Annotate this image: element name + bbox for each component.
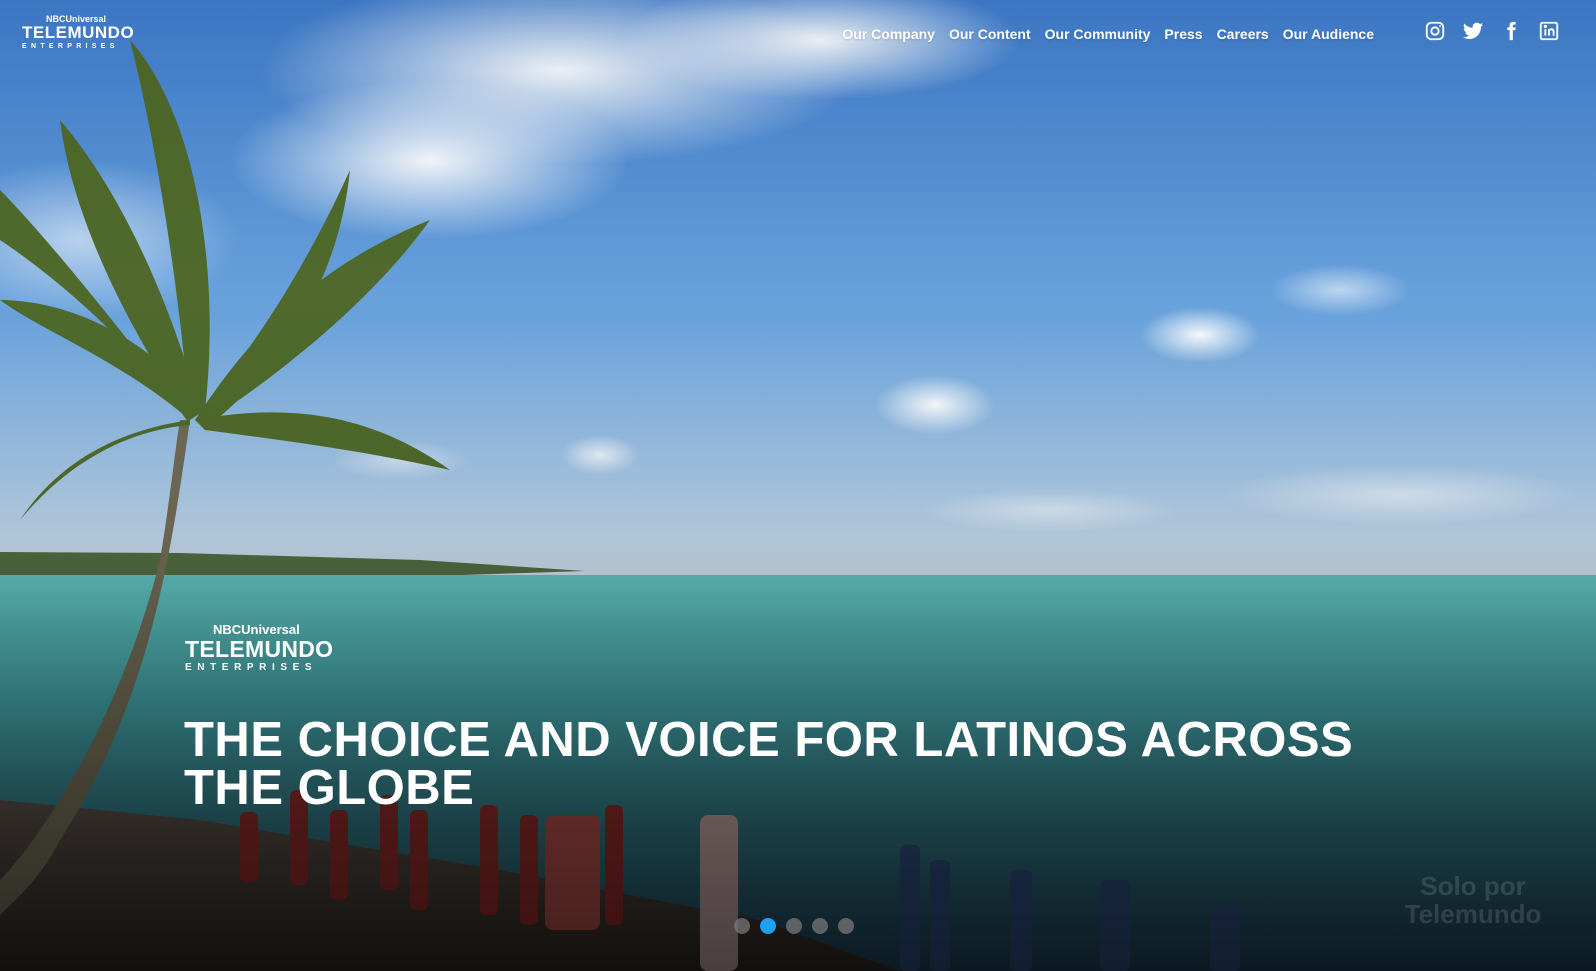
- hero-shade-overlay: [0, 0, 1596, 971]
- slide-dot-1[interactable]: [734, 918, 750, 934]
- instagram-icon[interactable]: [1424, 20, 1446, 42]
- slider-pagination: [734, 918, 854, 934]
- logo-telemundo-text: TELEMUNDO: [22, 23, 135, 42]
- hero-logo-nbcuniversal-text: NBCUniversal: [213, 622, 300, 637]
- nav-our-company[interactable]: Our Company: [842, 24, 935, 44]
- nav-press[interactable]: Press: [1164, 24, 1202, 44]
- hero-logo-telemundo-text: TELEMUNDO: [185, 636, 334, 662]
- hero-section: NBCUniversal TELEMUNDO ENTERPRISES Our C…: [0, 0, 1596, 971]
- linkedin-icon[interactable]: [1538, 20, 1560, 42]
- main-nav: Our Company Our Content Our Community Pr…: [842, 24, 1374, 44]
- slide-dot-3[interactable]: [786, 918, 802, 934]
- slide-dot-5[interactable]: [838, 918, 854, 934]
- nav-our-audience[interactable]: Our Audience: [1283, 24, 1374, 44]
- nav-our-content[interactable]: Our Content: [949, 24, 1031, 44]
- video-watermark: Solo por Telemundo: [1404, 871, 1542, 929]
- header-logo[interactable]: NBCUniversal TELEMUNDO ENTERPRISES: [22, 14, 135, 51]
- hero-headline: THE CHOICE AND VOICE FOR LATINOS ACROSS …: [184, 713, 1354, 815]
- facebook-icon[interactable]: [1500, 20, 1522, 42]
- logo-enterprises-text: ENTERPRISES: [22, 43, 119, 50]
- hero-logo-enterprises-text: ENTERPRISES: [185, 662, 318, 673]
- nav-our-community[interactable]: Our Community: [1045, 24, 1151, 44]
- twitter-icon[interactable]: [1462, 20, 1484, 42]
- slide-dot-4[interactable]: [812, 918, 828, 934]
- site-header: NBCUniversal TELEMUNDO ENTERPRISES Our C…: [0, 0, 1596, 70]
- slide-dot-2[interactable]: [760, 918, 776, 934]
- nav-careers[interactable]: Careers: [1217, 24, 1269, 44]
- social-links: [1424, 20, 1560, 42]
- hero-logo: NBCUniversal TELEMUNDO ENTERPRISES: [185, 622, 335, 675]
